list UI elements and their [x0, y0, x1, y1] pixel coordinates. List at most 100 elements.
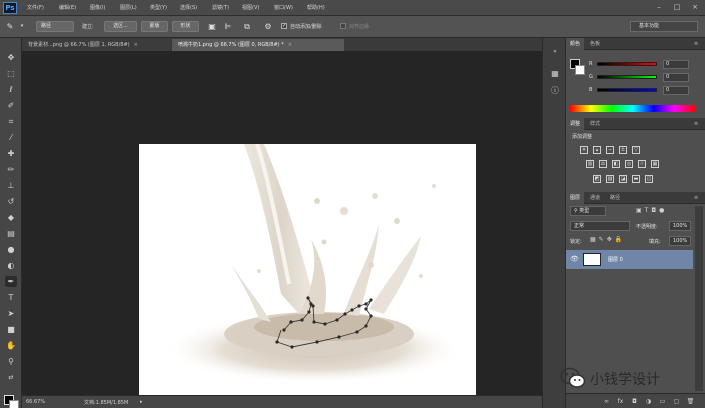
trash-icon[interactable]: 🗑 [686, 397, 695, 406]
document-canvas[interactable] [139, 144, 476, 408]
invert-icon[interactable]: ◩ [593, 175, 601, 183]
pen-tool-icon[interactable]: ✒ [5, 276, 17, 287]
green-value-field[interactable]: 0 [663, 73, 689, 82]
workspace-select[interactable]: 基本功能 [630, 21, 698, 32]
adjustment-layer-icon[interactable]: ◑ [644, 397, 653, 406]
lasso-tool-icon[interactable]: ℓ [5, 84, 17, 95]
panel-menu-icon[interactable]: ≡ [690, 192, 702, 204]
brush-tool-icon[interactable]: ✏ [5, 164, 17, 175]
marquee-tool-icon[interactable]: ⬚ [5, 68, 17, 79]
close-tab-icon[interactable]: × [134, 42, 138, 48]
color-spectrum-bar[interactable] [570, 105, 695, 112]
dodge-tool-icon[interactable]: ◐ [5, 260, 17, 271]
menu-image[interactable]: 图像(I) [90, 4, 105, 11]
menu-help[interactable]: 帮助(H) [307, 4, 325, 11]
layer-row[interactable]: 👁 图层 0 [566, 250, 693, 269]
move-tool-icon[interactable]: ✥ [5, 52, 17, 63]
document-tab[interactable]: 背景素材...png @ 66.7% (图层 1, RGB/8#) × [22, 39, 170, 51]
menu-filter[interactable]: 滤镜(T) [212, 4, 229, 11]
panel-menu-icon[interactable]: ≡ [690, 38, 702, 50]
green-slider[interactable] [597, 75, 657, 79]
maximize-button[interactable]: □ [670, 2, 684, 13]
red-slider[interactable] [597, 62, 657, 66]
chevron-down-icon[interactable]: ▾ [16, 21, 28, 32]
auto-add-delete-checkbox[interactable]: ✓ [281, 23, 287, 29]
menu-view[interactable]: 视图(V) [242, 4, 259, 11]
shape-button[interactable]: 形状 [172, 21, 199, 32]
clone-stamp-icon[interactable]: ⊥ [5, 180, 17, 191]
tab-channels[interactable]: 通道 [586, 192, 604, 204]
mask-button[interactable]: 蒙版 [141, 21, 168, 32]
brightness-icon[interactable]: ☀ [580, 146, 588, 154]
layer-filter-icons[interactable]: ▣T◘● [636, 207, 667, 214]
new-layer-icon[interactable]: ▢ [672, 397, 681, 406]
menu-select[interactable]: 选择(S) [180, 4, 197, 11]
gradient-map-icon[interactable]: ▬ [632, 175, 640, 183]
eye-icon[interactable]: 👁 [570, 255, 579, 263]
menu-edit[interactable]: 编辑(E) [59, 4, 76, 11]
tab-color[interactable]: 颜色 [566, 38, 585, 50]
tab-styles[interactable]: 样式 [586, 118, 604, 130]
zoom-level[interactable]: 66.67% [26, 399, 45, 405]
posterize-icon[interactable]: ▨ [606, 175, 614, 183]
exposure-icon[interactable]: ± [619, 146, 627, 154]
blur-tool-icon[interactable]: ● [5, 244, 17, 255]
menu-window[interactable]: 窗口(W) [274, 4, 293, 11]
opacity-field[interactable]: 100% [669, 221, 691, 231]
type-tool-icon[interactable]: T [5, 292, 17, 303]
threshold-icon[interactable]: ◪ [619, 175, 627, 183]
status-arrow-icon[interactable]: ▸ [140, 399, 143, 405]
properties-icon[interactable]: ⓘ [549, 85, 561, 96]
eraser-tool-icon[interactable]: ◆ [5, 212, 17, 223]
new-group-icon[interactable]: ▭ [658, 397, 667, 406]
selection-button[interactable]: 选区... [104, 21, 137, 32]
blend-mode-select[interactable]: 正常 [570, 221, 630, 231]
fill-field[interactable]: 100% [669, 236, 691, 246]
fx-icon[interactable]: fx [616, 397, 625, 406]
rectangle-tool-icon[interactable]: ■ [5, 324, 17, 335]
add-mask-icon[interactable]: ◘ [630, 397, 639, 406]
default-colors-icon[interactable]: ⇄ [5, 372, 17, 383]
minimize-button[interactable]: – [652, 2, 666, 13]
path-alignment-icon[interactable]: ⊫ [222, 21, 234, 32]
gear-icon[interactable]: ⚙ [262, 21, 274, 32]
red-value-field[interactable]: 0 [663, 60, 689, 69]
lock-icons[interactable]: ▦✎✥🔒 [590, 236, 625, 243]
gradient-tool-icon[interactable]: ▤ [5, 228, 17, 239]
mode-select[interactable]: 路径 [36, 21, 74, 32]
tab-adjustments[interactable]: 调整 [566, 118, 585, 130]
black-white-icon[interactable]: ◧ [612, 160, 620, 168]
close-window-button[interactable]: × [688, 2, 702, 13]
link-layers-icon[interactable]: ∞ [602, 397, 611, 406]
path-arrangement-icon[interactable]: ⧉ [241, 21, 253, 32]
color-lookup-icon[interactable]: ▦ [651, 160, 659, 168]
curves-icon[interactable]: ∽ [606, 146, 614, 154]
pen-tool-preset-icon[interactable]: ✎ [4, 21, 16, 32]
healing-brush-icon[interactable]: ✚ [5, 148, 17, 159]
align-edges-checkbox[interactable] [340, 23, 346, 29]
zoom-tool-icon[interactable]: ⚲ [5, 356, 17, 367]
menu-file[interactable]: 文件(F) [27, 4, 44, 11]
layer-filter-select[interactable]: ⚲ 类型 [570, 206, 606, 216]
quick-select-tool-icon[interactable]: ✐ [5, 100, 17, 111]
channel-mixer-icon[interactable]: ♲ [638, 160, 646, 168]
background-color-swatch[interactable] [9, 400, 19, 408]
blue-slider[interactable] [597, 88, 657, 92]
vibrance-icon[interactable]: ▽ [632, 146, 640, 154]
tab-swatches[interactable]: 色板 [586, 38, 604, 50]
hand-tool-icon[interactable]: ✋ [5, 340, 17, 351]
close-tab-icon[interactable]: × [288, 42, 292, 48]
canvas-workspace[interactable] [22, 51, 542, 408]
layers-scrollbar[interactable] [695, 206, 703, 391]
layer-name[interactable]: 图层 0 [608, 256, 623, 263]
document-tab-active[interactable]: 喷溅牛奶1.png @ 66.7% (图层 0, RGB/8#) * × [172, 39, 344, 51]
menu-layer[interactable]: 图层(L) [120, 4, 137, 11]
tab-paths[interactable]: 路径 [606, 192, 624, 204]
path-selection-icon[interactable]: ➤ [5, 308, 17, 319]
panel-menu-icon[interactable]: ≡ [690, 118, 702, 130]
tab-layers[interactable]: 图层 [566, 192, 585, 204]
path-operations-icon[interactable]: ▣ [206, 21, 218, 32]
hue-saturation-icon[interactable]: ▥ [586, 160, 594, 168]
blue-value-field[interactable]: 0 [663, 86, 689, 95]
history-brush-icon[interactable]: ↺ [5, 196, 17, 207]
